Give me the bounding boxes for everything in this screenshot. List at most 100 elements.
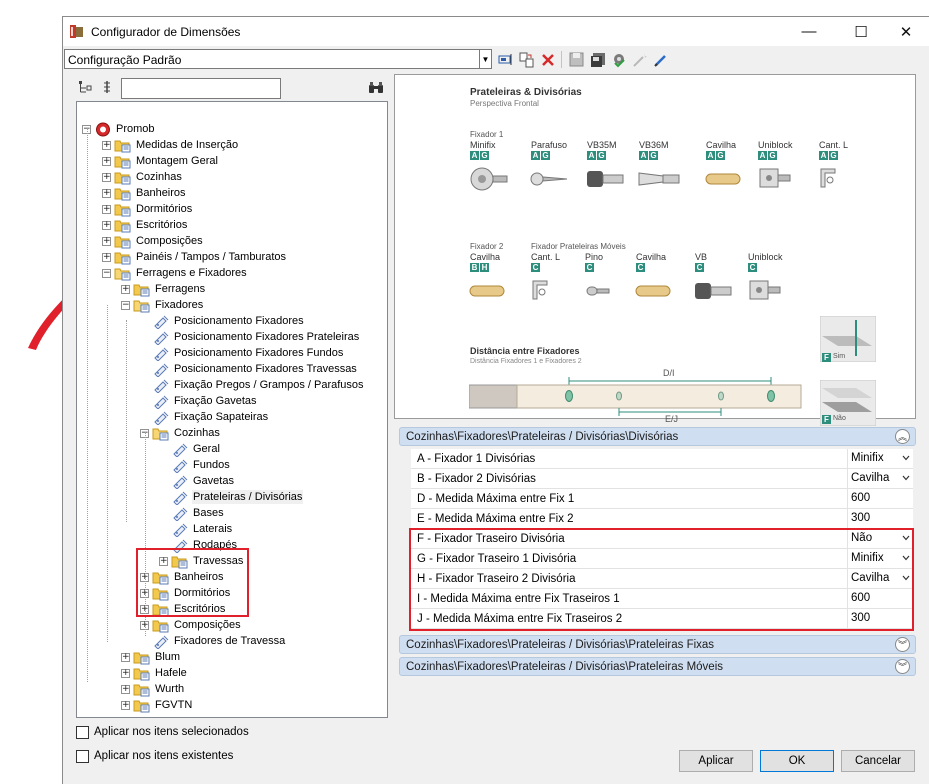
expand-icon[interactable]: +: [102, 172, 111, 182]
tree-item[interactable]: Fundos: [159, 457, 231, 473]
expand-icon[interactable]: +: [121, 700, 130, 710]
binoculars-search-icon[interactable]: [367, 79, 385, 95]
tree-item[interactable]: Fixadores de Travessa: [140, 633, 286, 649]
expand-icon[interactable]: +: [102, 204, 111, 214]
apply-existing-checkbox[interactable]: [76, 749, 89, 763]
tree-item[interactable]: Fixação Gavetas: [140, 393, 258, 409]
tree-expand-icon[interactable]: [99, 79, 115, 95]
minimize-button[interactable]: —: [786, 17, 832, 46]
apply-config-icon[interactable]: [610, 51, 627, 68]
maximize-button[interactable]: ☐: [838, 17, 884, 46]
tree-item[interactable]: Fixação Sapateiras: [140, 409, 269, 425]
collapse-icon[interactable]: −: [121, 300, 130, 310]
tree-item-label: Bases: [193, 507, 224, 519]
delete-icon[interactable]: [539, 51, 556, 68]
tree-folder[interactable]: + Wurth: [121, 681, 185, 697]
distance-title: Distância entre Fixadores: [470, 346, 580, 356]
chevron-down-icon[interactable]: [902, 454, 910, 462]
tree-folder[interactable]: + Ferragens: [121, 281, 206, 297]
property-select[interactable]: Minifix: [847, 449, 913, 468]
copy-config-icon[interactable]: [518, 51, 535, 68]
tree-folder[interactable]: + Montagem Geral: [102, 153, 219, 169]
tree-folder[interactable]: − Ferragens e Fixadores: [102, 265, 248, 281]
hardware-image: [693, 277, 737, 308]
save-as-icon[interactable]: [589, 51, 606, 68]
chevron-down-icon[interactable]: ︾: [895, 659, 910, 674]
hardware-name: Cavilha: [636, 252, 667, 262]
apply-existing-option[interactable]: Aplicar nos itens existentes: [76, 748, 233, 764]
expand-icon[interactable]: +: [121, 652, 130, 662]
apply-existing-label: Aplicar nos itens existentes: [94, 750, 234, 762]
tree-search-input[interactable]: [121, 78, 281, 99]
tree-folder[interactable]: + Blum: [121, 649, 181, 665]
edit-icon[interactable]: [652, 51, 669, 68]
folder-icon: [114, 266, 132, 281]
tree-item-label: Promob: [116, 123, 155, 135]
expand-icon[interactable]: +: [102, 236, 111, 246]
tree-item[interactable]: Bases: [159, 505, 225, 521]
chevron-up-icon[interactable]: ︽: [895, 429, 910, 444]
nao-label: Não: [833, 415, 846, 422]
tree-item[interactable]: Posicionamento Fixadores Prateleiras: [140, 329, 360, 345]
tree-item[interactable]: Laterais: [159, 521, 233, 537]
expand-icon[interactable]: +: [102, 220, 111, 230]
tree-folder[interactable]: + Banheiros: [102, 185, 187, 201]
tree-item[interactable]: Posicionamento Fixadores Fundos: [140, 345, 344, 361]
apply-selected-checkbox[interactable]: [76, 725, 89, 739]
expand-icon[interactable]: +: [121, 668, 130, 678]
section-prateleiras-moveis-title: Cozinhas\Fixadores\Prateleiras / Divisór…: [406, 661, 724, 673]
apply-button[interactable]: Aplicar: [679, 750, 753, 772]
rename-icon[interactable]: [497, 51, 514, 68]
tree-item[interactable]: Fixação Pregos / Grampos / Parafusos: [140, 377, 365, 393]
expand-icon[interactable]: +: [121, 284, 130, 294]
save-icon[interactable]: [568, 51, 585, 68]
tree-folder[interactable]: + Escritórios: [102, 217, 188, 233]
tree-folder[interactable]: − Fixadores: [121, 297, 204, 313]
tree-folder[interactable]: − Cozinhas: [140, 425, 221, 441]
tree-folder[interactable]: + Composições: [102, 233, 204, 249]
chevron-down-icon[interactable]: [902, 474, 910, 482]
tree-folder[interactable]: + Medidas de Inserção: [102, 137, 239, 153]
dimension-d-label: D/I: [663, 368, 675, 378]
tree-item[interactable]: Posicionamento Fixadores Travessas: [140, 361, 358, 377]
configuration-tree[interactable]: − Promob + Medidas de Inserção + Montagem Ger…: [76, 101, 388, 718]
tree-folder[interactable]: + Painéis / Tampos / Tamburatos: [102, 249, 287, 265]
property-input[interactable]: 600: [847, 489, 913, 508]
tree-folder[interactable]: + FGVTN: [121, 697, 193, 713]
chevron-down-icon[interactable]: ▼: [479, 50, 491, 68]
wand-icon[interactable]: [631, 51, 648, 68]
tree-folder[interactable]: + Composições: [140, 617, 242, 633]
sim-label: Sim: [833, 353, 846, 360]
tree-item[interactable]: Prateleiras / Divisórias: [159, 489, 304, 505]
apply-selected-option[interactable]: Aplicar nos itens selecionados: [76, 724, 249, 740]
tree-guide-line: [126, 320, 127, 522]
expand-icon[interactable]: +: [121, 684, 130, 694]
ok-button[interactable]: OK: [760, 750, 834, 772]
tree-item[interactable]: Gavetas: [159, 473, 235, 489]
cancel-button[interactable]: Cancelar: [841, 750, 915, 772]
section-prateleiras-fixas-header[interactable]: Cozinhas\Fixadores\Prateleiras / Divisór…: [399, 635, 916, 654]
tree-folder[interactable]: − Promob: [82, 121, 156, 137]
chevron-down-icon[interactable]: ︾: [895, 637, 910, 652]
close-button[interactable]: ✕: [883, 17, 929, 46]
apply-selected-label: Aplicar nos itens selecionados: [94, 726, 249, 738]
tree-item[interactable]: Posicionamento Fixadores: [140, 313, 305, 329]
collapse-icon[interactable]: −: [102, 268, 111, 278]
section-prateleiras-moveis-header[interactable]: Cozinhas\Fixadores\Prateleiras / Divisór…: [399, 657, 916, 676]
tree-folder[interactable]: + Dormitórios: [102, 201, 193, 217]
section-divisorias-header[interactable]: Cozinhas\Fixadores\Prateleiras / Divisór…: [399, 427, 916, 446]
expand-icon[interactable]: +: [102, 140, 111, 150]
expand-icon[interactable]: +: [102, 252, 111, 262]
tree-folder[interactable]: + Hafele: [121, 665, 188, 681]
tree-folder[interactable]: + Cozinhas: [102, 169, 183, 185]
config-item-icon: [171, 458, 189, 473]
hardware-badge: C: [531, 263, 540, 272]
property-select[interactable]: Cavilha: [847, 469, 913, 488]
config-item-icon: [152, 346, 170, 361]
config-select[interactable]: Configuração Padrão ▼: [64, 49, 492, 69]
tree-filter-icon[interactable]: [77, 79, 93, 95]
tree-item[interactable]: Geral: [159, 441, 221, 457]
expand-icon[interactable]: +: [102, 156, 111, 166]
property-input[interactable]: 300: [847, 509, 913, 528]
expand-icon[interactable]: +: [102, 188, 111, 198]
